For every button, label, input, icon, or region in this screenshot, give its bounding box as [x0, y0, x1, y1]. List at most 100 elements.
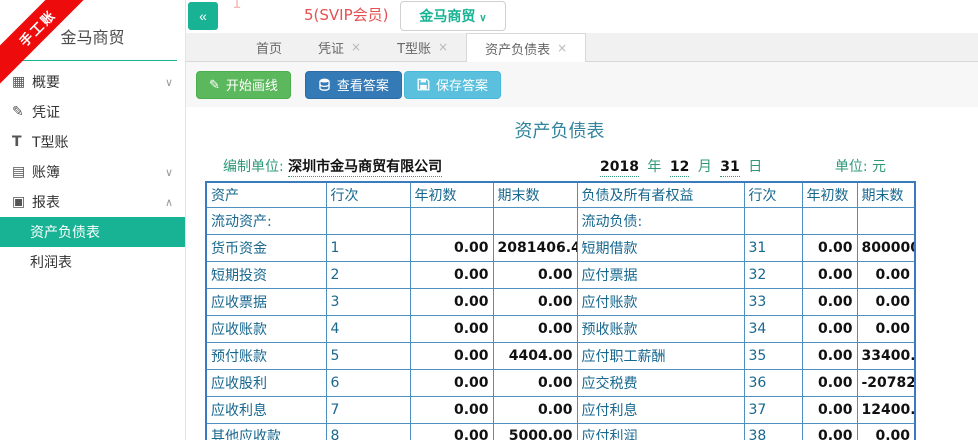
- value-cell[interactable]: 0.00: [410, 234, 493, 261]
- company-name-field[interactable]: 深圳市金马商贸有限公司: [288, 159, 442, 177]
- line-number-cell: 34: [744, 315, 802, 342]
- sidebar-item-label: 账簿: [32, 162, 165, 182]
- sidebar-item-T型账[interactable]: TT型账: [0, 127, 185, 157]
- save-icon: [417, 78, 430, 91]
- value-cell[interactable]: 0.00: [410, 396, 493, 423]
- value-cell[interactable]: 0.00: [857, 288, 915, 315]
- line-number-cell: 3: [326, 288, 410, 315]
- column-header: 年初数: [410, 182, 493, 207]
- chevron-up-icon: ∧: [165, 196, 173, 209]
- line-number-cell: 1: [326, 234, 410, 261]
- day-label: 日: [748, 159, 762, 175]
- save-answer-button[interactable]: 保存答案: [404, 71, 501, 99]
- close-icon[interactable]: ×: [351, 40, 361, 54]
- company-dropdown-button[interactable]: 金马商贸 ∨: [400, 1, 506, 31]
- line-number-cell: 32: [744, 261, 802, 288]
- value-cell[interactable]: 12400.0: [857, 396, 915, 423]
- column-header: 年初数: [802, 182, 857, 207]
- value-cell[interactable]: 0.00: [857, 315, 915, 342]
- table-row: 预付账款50.004404.00应付职工薪酬350.0033400.0: [206, 342, 915, 369]
- column-header: 行次: [326, 182, 410, 207]
- column-header: 负债及所有者权益: [577, 182, 744, 207]
- tab-T型账[interactable]: T型账×: [379, 33, 466, 61]
- value-cell[interactable]: 2081406.40: [493, 234, 577, 261]
- line-number-cell: 7: [326, 396, 410, 423]
- view-answer-button[interactable]: 查看答案: [305, 71, 402, 99]
- line-number-cell: 38: [744, 423, 802, 440]
- sidebar-item-报表[interactable]: ▣报表∧: [0, 187, 185, 217]
- line-number-cell: [744, 207, 802, 234]
- table-row: 短期投资20.000.00应付票据320.000.00: [206, 261, 915, 288]
- value-cell[interactable]: 0.00: [410, 369, 493, 396]
- column-header: 资产: [206, 182, 326, 207]
- line-number-cell: 2: [326, 261, 410, 288]
- table-row: 应收账款40.000.00预收账款340.000.00: [206, 315, 915, 342]
- balance-sheet-table: 资产行次年初数期末数负债及所有者权益行次年初数期末数 流动资产:流动负债:货币资…: [205, 181, 916, 440]
- tab-凭证[interactable]: 凭证×: [300, 33, 379, 61]
- account-label-cell: 短期投资: [206, 261, 326, 288]
- value-cell[interactable]: [857, 207, 915, 234]
- value-cell[interactable]: 0.00: [493, 396, 577, 423]
- day-field[interactable]: 31: [720, 159, 739, 177]
- value-cell[interactable]: 0.00: [410, 423, 493, 440]
- tab-bar: 首页凭证×T型账×资产负债表×: [186, 33, 978, 62]
- value-cell[interactable]: 0.00: [802, 315, 857, 342]
- account-label-cell: 预付账款: [206, 342, 326, 369]
- account-label-cell: 短期借款: [577, 234, 744, 261]
- value-cell[interactable]: 0.00: [802, 396, 857, 423]
- value-cell[interactable]: 800000.: [857, 234, 915, 261]
- value-cell[interactable]: [493, 207, 577, 234]
- sidebar-subitem-资产负债表[interactable]: 资产负债表: [0, 217, 185, 247]
- sidebar-submenu: 资产负债表利润表: [0, 217, 185, 277]
- unit-label: 单位: 元: [835, 156, 886, 176]
- value-cell[interactable]: 0.00: [857, 423, 915, 440]
- value-cell[interactable]: 0.00: [857, 261, 915, 288]
- line-number-cell: 36: [744, 369, 802, 396]
- value-cell[interactable]: 0.00: [802, 369, 857, 396]
- account-label-cell: 其他应收款: [206, 423, 326, 440]
- value-cell[interactable]: 0.00: [410, 315, 493, 342]
- value-cell[interactable]: 0.00: [802, 288, 857, 315]
- value-cell[interactable]: 0.00: [802, 342, 857, 369]
- value-cell[interactable]: [410, 207, 493, 234]
- company-dropdown-label: 金马商贸: [419, 8, 475, 24]
- line-number-cell: [326, 207, 410, 234]
- sidebar-collapse-button[interactable]: «: [188, 2, 218, 30]
- value-cell[interactable]: 0.00: [493, 315, 577, 342]
- account-label-cell: 应收利息: [206, 396, 326, 423]
- close-icon[interactable]: ×: [438, 40, 448, 54]
- tab-资产负债表[interactable]: 资产负债表×: [466, 33, 586, 62]
- value-cell[interactable]: 0.00: [802, 234, 857, 261]
- pencil-icon: ✎: [209, 77, 220, 93]
- line-number-cell: 33: [744, 288, 802, 315]
- value-cell[interactable]: 0.00: [410, 288, 493, 315]
- value-cell[interactable]: 4404.00: [493, 342, 577, 369]
- sidebar-item-账簿[interactable]: ▤账簿∨: [0, 157, 185, 187]
- line-number-cell: 37: [744, 396, 802, 423]
- value-cell[interactable]: -207822: [857, 369, 915, 396]
- value-cell[interactable]: 0.00: [802, 261, 857, 288]
- account-label-cell: 应收票据: [206, 288, 326, 315]
- start-drawing-button[interactable]: ✎ 开始画线: [196, 71, 291, 99]
- sidebar-item-凭证[interactable]: ✎凭证: [0, 97, 185, 127]
- value-cell[interactable]: 33400.0: [857, 342, 915, 369]
- value-cell[interactable]: 0.00: [493, 261, 577, 288]
- account-label-cell: 应收账款: [206, 315, 326, 342]
- year-field[interactable]: 2018: [600, 159, 639, 177]
- value-cell[interactable]: 0.00: [410, 342, 493, 369]
- line-number-cell: 6: [326, 369, 410, 396]
- close-icon[interactable]: ×: [557, 41, 567, 55]
- tab-首页[interactable]: 首页: [238, 33, 300, 61]
- sidebar-item-概要[interactable]: ▦概要∨: [0, 67, 185, 97]
- view-answer-label: 查看答案: [337, 75, 389, 94]
- value-cell[interactable]: 0.00: [493, 288, 577, 315]
- toolbar: ✎ 开始画线 查看答案 保存答案: [186, 62, 978, 107]
- value-cell[interactable]: 0.00: [493, 369, 577, 396]
- value-cell[interactable]: 0.00: [802, 423, 857, 440]
- month-field[interactable]: 12: [670, 159, 689, 177]
- report-info-row: 编制单位: 深圳市金马商贸有限公司 2018 年 12 月 31 日 单位: 元: [205, 151, 914, 181]
- value-cell[interactable]: 5000.00: [493, 423, 577, 440]
- value-cell[interactable]: [802, 207, 857, 234]
- value-cell[interactable]: 0.00: [410, 261, 493, 288]
- sidebar-subitem-利润表[interactable]: 利润表: [0, 247, 185, 277]
